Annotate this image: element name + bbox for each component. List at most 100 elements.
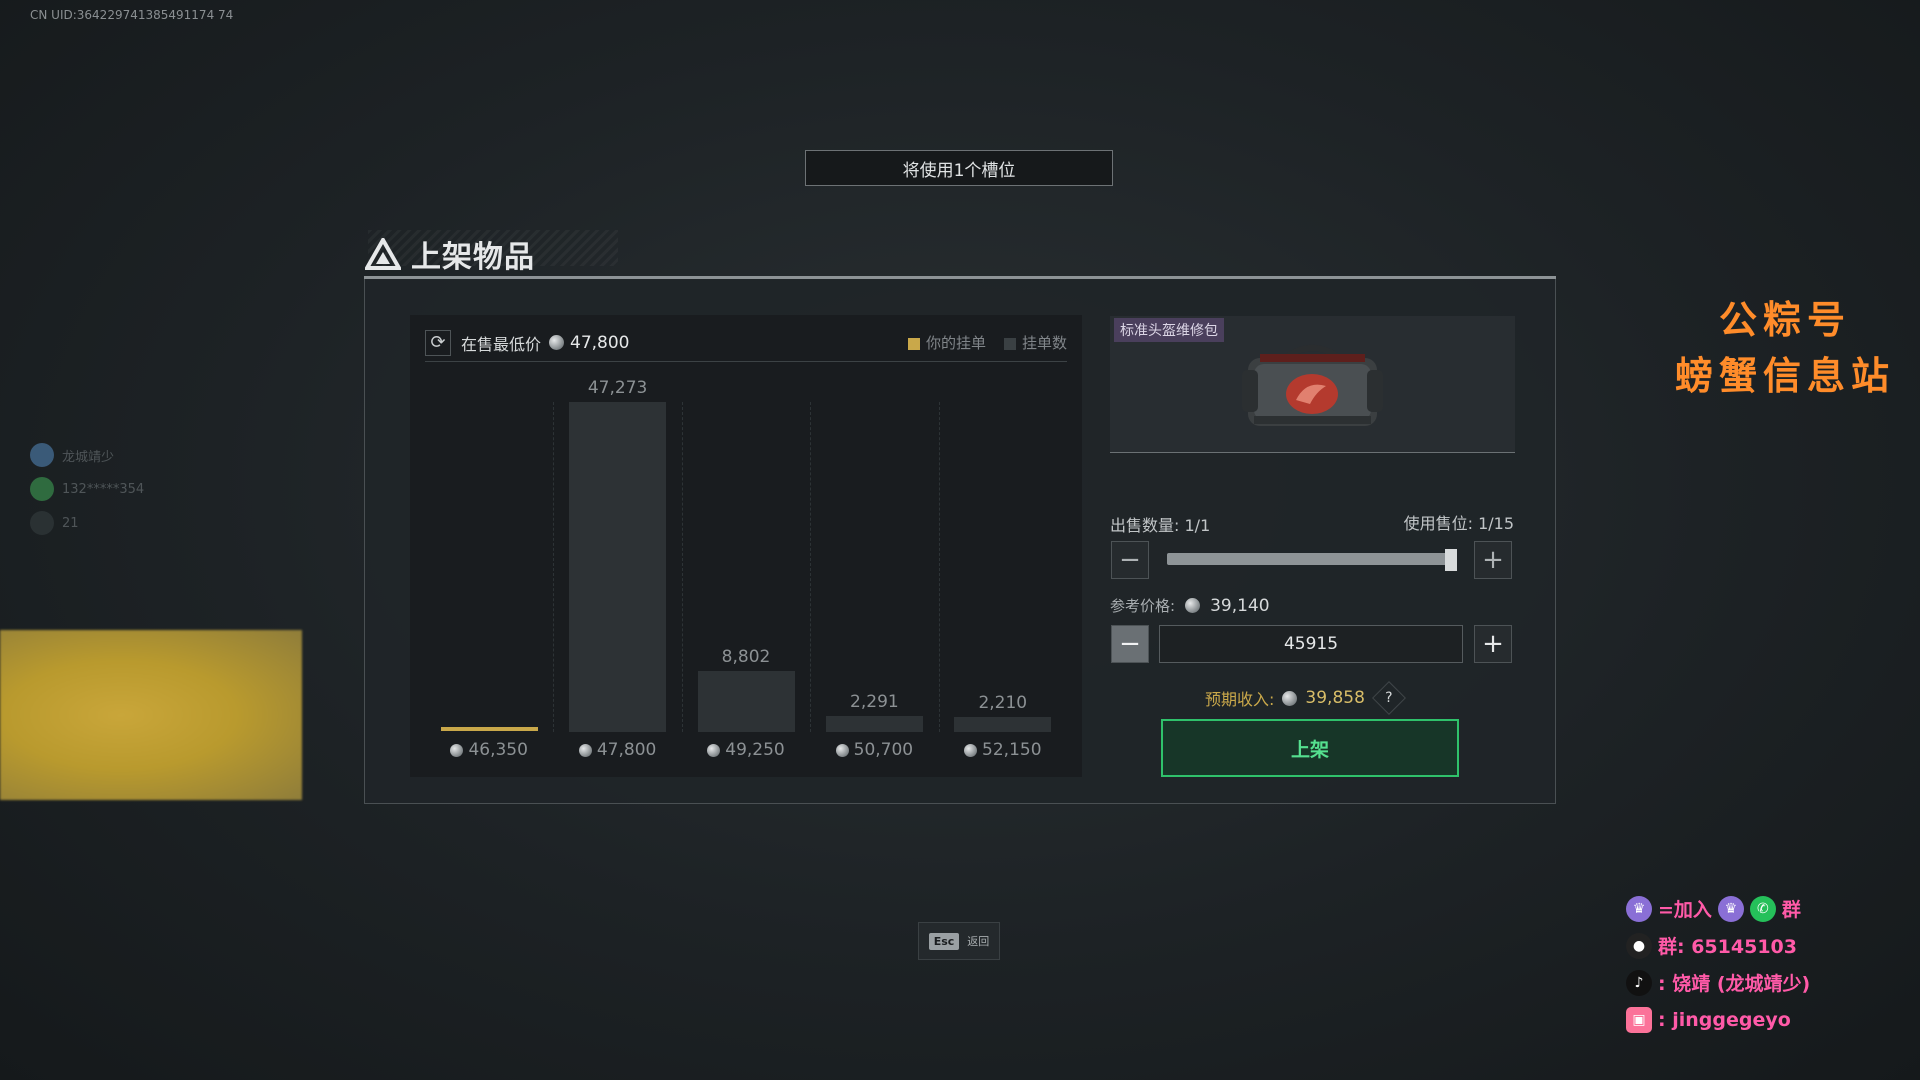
slot-usage-banner: 将使用1个槽位: [805, 150, 1113, 186]
coin-icon: [549, 335, 565, 350]
watermark-line-2: 螃蟹信息站: [1674, 353, 1895, 398]
chart-bar: [697, 670, 795, 732]
lowest-price-value: 47,800: [570, 332, 630, 353]
help-button[interactable]: ?: [1371, 681, 1406, 715]
item-name-tag: 标准头盔维修包: [1114, 318, 1224, 342]
coin-icon: [450, 743, 464, 757]
quantity-slider-handle[interactable]: [1445, 549, 1457, 571]
helmet-repair-kit-image: [1242, 345, 1383, 426]
sidebar-user[interactable]: 132*****354: [30, 477, 144, 501]
price-tick-text: 46,350: [468, 740, 528, 760]
coin-icon: [578, 743, 592, 757]
price-decrease-button[interactable]: −: [1111, 625, 1149, 663]
legend-listing-count: 挂单数: [1003, 332, 1067, 353]
price-distribution-chart: 46,350 47,273 47,800 8,802 49,250 2,291 50,700…: [425, 372, 1067, 770]
coin-icon: [1282, 690, 1298, 706]
tiktok-icon: ♪: [1626, 969, 1652, 996]
price-tick-label: 52,150: [948, 740, 1058, 760]
uid-text: CN UID:364229741385491174 74: [30, 8, 234, 22]
social-text: : 饶靖 (龙城靖少): [1658, 973, 1811, 995]
social-row: ▣ : jinggegeyo: [1626, 1001, 1810, 1038]
bar-value-label: 2,291: [850, 692, 899, 712]
price-tick-label: 50,700: [819, 740, 929, 760]
price-input[interactable]: [1159, 625, 1463, 663]
quantity-slider-fill: [1167, 553, 1457, 565]
bar-value-label: 2,210: [978, 692, 1028, 713]
watermark-line-1: 公粽号: [1718, 297, 1851, 342]
chart-gridline: [938, 402, 940, 732]
wechat-icon: ✆: [1749, 895, 1776, 922]
reference-price: 参考价格: 39,140: [1110, 595, 1270, 616]
avatar: [30, 511, 54, 535]
refresh-icon: ⟳: [430, 332, 446, 353]
legend-listing-count-label: 挂单数: [1021, 334, 1067, 352]
trophy-icon: ♛: [1626, 895, 1652, 922]
chart-gridline: [553, 402, 555, 732]
sell-quantity-label: 出售数量:: [1110, 516, 1180, 535]
sell-quantity: 出售数量: 1/1: [1110, 512, 1210, 536]
avatar: [30, 477, 54, 501]
coin-icon: [835, 743, 849, 757]
back-label: 返回: [967, 935, 990, 948]
list-item-button[interactable]: 上架: [1161, 719, 1459, 777]
refresh-button[interactable]: ⟳: [425, 329, 451, 356]
chart-legend: 你的挂单 挂单数: [907, 332, 1067, 353]
slot-usage: 使用售位: 1/15: [1390, 510, 1514, 534]
price-tick-text: 47,800: [596, 740, 657, 760]
help-icon: ?: [1385, 690, 1393, 706]
social-row: ♪ : 饶靖 (龙城靖少): [1626, 964, 1810, 1001]
social-row: ♛ =加入 ♛ ✆ 群: [1626, 890, 1810, 927]
qq-penguin-icon: ●: [1626, 932, 1652, 959]
price-tick-text: 50,700: [853, 740, 914, 760]
plus-icon: +: [1482, 545, 1504, 575]
social-text: : jinggegeyo: [1658, 1008, 1791, 1031]
chart-bar: [954, 716, 1052, 732]
social-row: ● 群: 65145103: [1626, 927, 1810, 964]
slot-usage-value: 1/15: [1478, 514, 1514, 533]
plus-icon: +: [1482, 629, 1504, 659]
quantity-decrease-button[interactable]: −: [1111, 541, 1149, 579]
sidebar-user-list: 龙城靖少 132*****354 21: [30, 443, 144, 535]
sell-quantity-value: 1/1: [1184, 516, 1211, 535]
chart-gridline: [810, 402, 812, 732]
reference-price-value: 39,140: [1210, 595, 1270, 616]
chart-header: ⟳ 在售最低价 47,800 你的挂单 挂单数: [425, 324, 1067, 362]
bilibili-icon: ▣: [1626, 1006, 1652, 1033]
delta-logo-icon: [365, 238, 401, 270]
coin-icon: [964, 743, 978, 757]
minus-icon: −: [1119, 545, 1141, 575]
price-tick-label: 47,800: [563, 740, 673, 760]
reference-price-label: 参考价格:: [1110, 597, 1176, 615]
coin-icon: [1185, 598, 1201, 613]
avatar: [30, 443, 54, 467]
legend-swatch-mine: [907, 337, 920, 350]
expected-income-value: 39,858: [1305, 688, 1365, 708]
chart-bar: [825, 716, 923, 732]
price-tick-text: 52,150: [982, 740, 1042, 760]
price-tick-text: 49,250: [725, 740, 785, 760]
price-increase-button[interactable]: +: [1474, 625, 1512, 663]
trophy-icon: ♛: [1717, 895, 1744, 922]
legend-swatch-count: [1003, 337, 1016, 350]
blurred-overlay: [0, 630, 302, 800]
page-header: 上架物品: [365, 232, 535, 276]
watermark: 公粽号 螃蟹信息站: [1660, 292, 1910, 404]
back-button[interactable]: Esc 返回: [918, 922, 1000, 960]
social-links: ♛ =加入 ♛ ✆ 群 ● 群: 65145103 ♪ : 饶靖 (龙城靖少) …: [1626, 890, 1810, 1038]
quantity-increase-button[interactable]: +: [1474, 541, 1512, 579]
sidebar-user[interactable]: 龙城靖少: [30, 443, 144, 467]
esc-key-icon: Esc: [928, 932, 960, 950]
legend-my-listing: 你的挂单: [907, 332, 986, 353]
coin-icon: [707, 743, 721, 757]
expected-income: 预期收入: 39,858 ?: [1205, 681, 1406, 715]
my-listing-marker: [440, 727, 538, 731]
slot-usage-label: 使用售位:: [1403, 514, 1473, 533]
sidebar-user-name: 21: [62, 515, 79, 531]
social-suffix: 群: [1781, 899, 1801, 921]
quantity-slider[interactable]: [1167, 549, 1457, 571]
sidebar-user[interactable]: 21: [30, 511, 144, 535]
legend-my-listing-label: 你的挂单: [925, 334, 986, 352]
lowest-price-label: 在售最低价: [461, 334, 542, 354]
sidebar-user-name: 龙城靖少: [62, 449, 115, 465]
social-text: =加入: [1658, 899, 1712, 921]
